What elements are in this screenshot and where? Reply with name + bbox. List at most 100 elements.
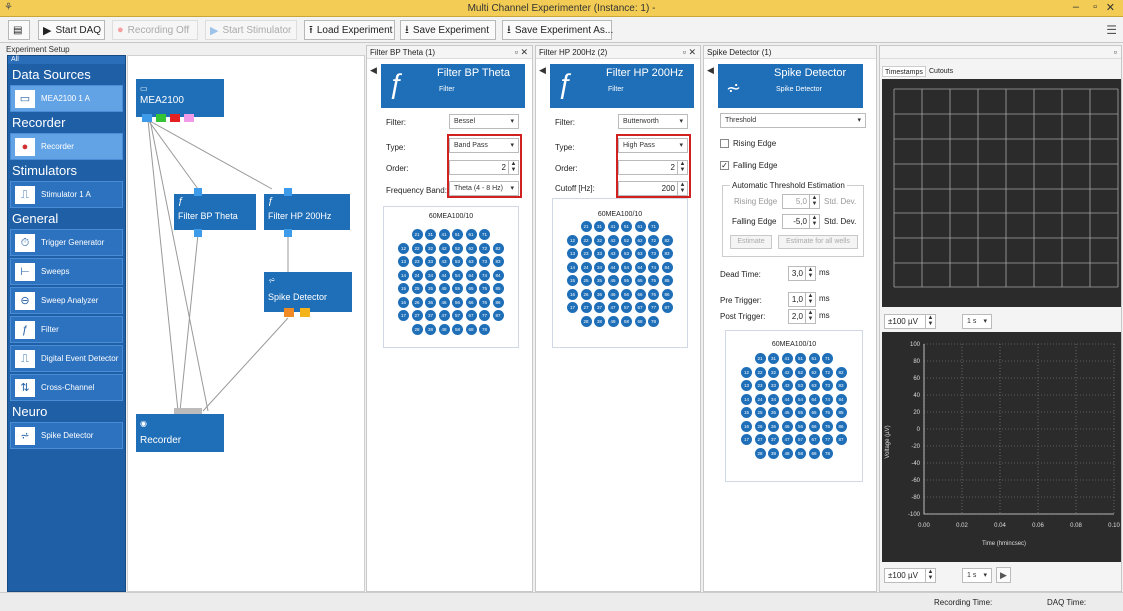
- electrode-41[interactable]: 41: [438, 229, 450, 240]
- electrode-41[interactable]: 41: [781, 353, 793, 364]
- electrode-25[interactable]: 25: [411, 283, 423, 294]
- electrode-13[interactable]: 13: [567, 248, 578, 259]
- electrode-86[interactable]: 86: [835, 420, 847, 432]
- electrode-43[interactable]: 43: [607, 248, 619, 259]
- electrode-71[interactable]: 71: [822, 353, 833, 364]
- electrode-46[interactable]: 46: [781, 420, 793, 432]
- filter-type-select[interactable]: Butterworth ▾: [618, 114, 688, 129]
- electrode-56[interactable]: 56: [795, 420, 806, 432]
- electrode-21[interactable]: 21: [411, 229, 423, 240]
- detection-method-select[interactable]: Threshold ▾: [720, 113, 866, 128]
- sidebar-item-sweep-analyzer[interactable]: ⊖ Sweep Analyzer: [10, 287, 123, 314]
- maximize-icon[interactable]: ▫: [1093, 1, 1097, 13]
- node-spike-detector[interactable]: ⩫ Spike Detector: [264, 272, 352, 312]
- pre-trigger-stepper[interactable]: 1,0 ▲ ▼: [788, 292, 816, 307]
- electrode-68[interactable]: 68: [808, 447, 820, 459]
- electrode-23[interactable]: 23: [754, 380, 766, 391]
- electrode-85[interactable]: 85: [661, 275, 673, 286]
- electrode-37[interactable]: 37: [768, 434, 779, 445]
- electrode-54[interactable]: 54: [452, 269, 463, 281]
- electrode-55[interactable]: 55: [621, 275, 632, 286]
- electrode-47[interactable]: 47: [607, 302, 619, 313]
- electrode-75[interactable]: 75: [648, 275, 659, 286]
- electrode-34[interactable]: 34: [594, 261, 605, 273]
- electrode-51[interactable]: 51: [621, 221, 632, 232]
- electrode-28[interactable]: 28: [411, 323, 423, 335]
- electrode-84[interactable]: 84: [492, 269, 504, 281]
- load-experiment-button[interactable]: ⭱ Load Experiment: [304, 20, 395, 40]
- filter-type-select[interactable]: Bessel ▾: [449, 114, 519, 129]
- electrode-62[interactable]: 62: [465, 242, 477, 254]
- electrode-84[interactable]: 84: [835, 393, 847, 405]
- electrode-56[interactable]: 56: [452, 296, 463, 308]
- tab-cutouts[interactable]: Cutouts: [927, 66, 955, 77]
- electrode-13[interactable]: 13: [741, 380, 752, 391]
- electrode-67[interactable]: 67: [808, 434, 820, 445]
- electrode-35[interactable]: 35: [594, 275, 605, 286]
- electrode-22[interactable]: 22: [580, 234, 592, 246]
- minimize-icon[interactable]: –: [1073, 1, 1079, 13]
- electrode-57[interactable]: 57: [621, 302, 632, 313]
- electrode-72[interactable]: 72: [648, 234, 659, 246]
- electrode-37[interactable]: 37: [594, 302, 605, 313]
- dock-icon[interactable]: ▫: [1114, 46, 1117, 59]
- port-orange[interactable]: [284, 308, 294, 317]
- electrode-36[interactable]: 36: [594, 288, 605, 300]
- collapse-icon[interactable]: ◀: [707, 65, 714, 76]
- node-filter-bp-theta[interactable]: ƒ Filter BP Theta: [174, 194, 256, 230]
- electrode-52[interactable]: 52: [621, 234, 632, 246]
- stepper-arrows-icon[interactable]: ▲ ▼: [809, 215, 819, 228]
- electrode-13[interactable]: 13: [398, 256, 409, 267]
- electrode-15[interactable]: 15: [398, 283, 409, 294]
- electrode-45[interactable]: 45: [781, 407, 793, 418]
- menu-button[interactable]: ▤: [8, 20, 30, 40]
- start-daq-button[interactable]: ▶ Start DAQ: [38, 20, 105, 40]
- sidebar-item-trigger-generator[interactable]: ⏱ Trigger Generator: [10, 229, 123, 256]
- electrode-14[interactable]: 14: [741, 393, 752, 405]
- electrode-54[interactable]: 54: [795, 393, 806, 405]
- electrode-36[interactable]: 36: [425, 296, 436, 308]
- electrode-24[interactable]: 24: [754, 393, 766, 405]
- collapse-icon[interactable]: ◀: [539, 65, 546, 76]
- electrode-23[interactable]: 23: [580, 248, 592, 259]
- port-red[interactable]: [170, 114, 180, 122]
- electrode-55[interactable]: 55: [452, 283, 463, 294]
- electrode-63[interactable]: 63: [465, 256, 477, 267]
- stepper-arrows-icon[interactable]: ▲ ▼: [925, 315, 935, 328]
- sidebar-item-cross-channel[interactable]: ⇅ Cross-Channel: [10, 374, 123, 401]
- electrode-63[interactable]: 63: [634, 248, 646, 259]
- electrode-28[interactable]: 28: [754, 447, 766, 459]
- electrode-68[interactable]: 68: [634, 315, 646, 327]
- electrode-68[interactable]: 68: [465, 323, 477, 335]
- electrode-83[interactable]: 83: [661, 248, 673, 259]
- electrode-21[interactable]: 21: [754, 353, 766, 364]
- electrode-42[interactable]: 42: [607, 234, 619, 246]
- sidebar-item-recorder[interactable]: ● Recorder: [10, 133, 123, 160]
- sidebar-item-digital-event-detector[interactable]: ⎍ Digital Event Detector: [10, 345, 123, 372]
- electrode-86[interactable]: 86: [492, 296, 504, 308]
- close-icon[interactable]: ✕: [1106, 1, 1115, 14]
- electrode-16[interactable]: 16: [567, 288, 578, 300]
- electrode-53[interactable]: 53: [795, 380, 806, 391]
- electrode-44[interactable]: 44: [781, 393, 793, 405]
- electrode-46[interactable]: 46: [438, 296, 450, 308]
- sidebar-item-mea2100[interactable]: ▭ MEA2100 1 A: [10, 85, 123, 112]
- electrode-63[interactable]: 63: [808, 380, 820, 391]
- rising-edge-checkbox[interactable]: [720, 139, 729, 148]
- electrode-56[interactable]: 56: [621, 288, 632, 300]
- electrode-52[interactable]: 52: [795, 366, 806, 378]
- dead-time-stepper[interactable]: 3,0 ▲ ▼: [788, 266, 816, 281]
- electrode-24[interactable]: 24: [580, 261, 592, 273]
- electrode-83[interactable]: 83: [492, 256, 504, 267]
- electrode-74[interactable]: 74: [479, 269, 490, 281]
- electrode-16[interactable]: 16: [741, 420, 752, 432]
- electrode-53[interactable]: 53: [452, 256, 463, 267]
- electrode-48[interactable]: 48: [607, 315, 619, 327]
- port-in[interactable]: [194, 188, 202, 196]
- electrode-75[interactable]: 75: [822, 407, 833, 418]
- electrode-65[interactable]: 65: [634, 275, 646, 286]
- electrode-58[interactable]: 58: [621, 315, 632, 327]
- electrode-22[interactable]: 22: [411, 242, 423, 254]
- electrode-31[interactable]: 31: [425, 229, 436, 240]
- filter-all[interactable]: All: [8, 56, 125, 64]
